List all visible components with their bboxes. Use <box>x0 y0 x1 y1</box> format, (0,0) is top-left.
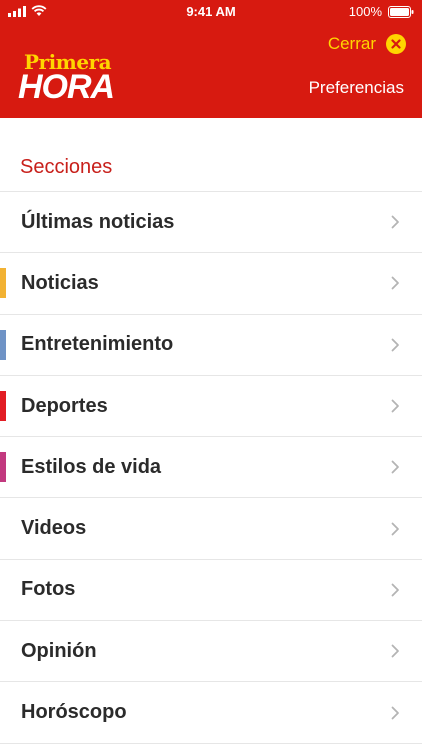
close-circle-icon <box>386 34 406 54</box>
close-label: Cerrar <box>327 34 376 53</box>
close-button[interactable]: Cerrar <box>328 34 406 54</box>
chevron-right-icon <box>391 706 399 719</box>
chevron-right-icon <box>391 583 399 597</box>
chevron-right-icon <box>391 460 399 474</box>
primera-hora-logo[interactable]: Primera HORA <box>18 50 134 106</box>
logo-hora: HORA <box>18 68 115 106</box>
menu-item[interactable]: Videos <box>0 497 422 558</box>
menu-item[interactable]: Deportes <box>0 374 422 436</box>
preferences-button[interactable]: Preferencias <box>309 78 404 98</box>
chevron-right-icon <box>391 399 399 413</box>
menu-divider <box>0 742 422 744</box>
section-color-marker <box>0 390 6 421</box>
menu-item[interactable]: Horóscopo <box>0 681 422 742</box>
menu-item[interactable]: Opinión <box>0 620 422 681</box>
menu-item-label: Estilos de vida <box>21 455 162 478</box>
chevron-right-icon <box>391 215 399 229</box>
sections-menu: Últimas noticias Noticias Entretenimiento D… <box>0 191 422 744</box>
section-color-marker <box>0 452 6 483</box>
section-color-marker <box>0 329 6 360</box>
section-color-marker <box>0 268 6 299</box>
menu-item-label: Noticias <box>21 271 99 294</box>
menu-item-label: Entretenimiento <box>21 333 174 356</box>
app-header: 9:41 AM 100% Primera HORA Cerrar Prefere… <box>0 0 422 118</box>
menu-item-label: Opinión <box>21 639 97 662</box>
menu-item[interactable]: Entretenimiento <box>0 313 422 375</box>
menu-item-label: Videos <box>21 517 87 540</box>
status-right: 100% <box>349 4 414 19</box>
sections-heading: Secciones <box>20 156 113 178</box>
battery-percent: 100% <box>348 4 382 19</box>
menu-item[interactable]: Estilos de vida <box>0 436 422 497</box>
chevron-right-icon <box>391 644 399 658</box>
menu-item-label: Deportes <box>21 394 108 417</box>
status-bar: 9:41 AM 100% <box>0 0 422 24</box>
menu-item[interactable]: Noticias <box>0 252 422 313</box>
chevron-right-icon <box>391 277 399 290</box>
battery-icon <box>388 5 414 18</box>
chevron-right-icon <box>391 522 399 536</box>
menu-item[interactable]: Fotos <box>0 558 422 620</box>
chevron-right-icon <box>391 338 399 352</box>
menu-item-label: Horóscopo <box>21 701 127 724</box>
menu-item-label: Últimas noticias <box>21 210 175 233</box>
menu-item-label: Fotos <box>21 578 76 601</box>
menu-item[interactable]: Últimas noticias <box>0 191 422 252</box>
